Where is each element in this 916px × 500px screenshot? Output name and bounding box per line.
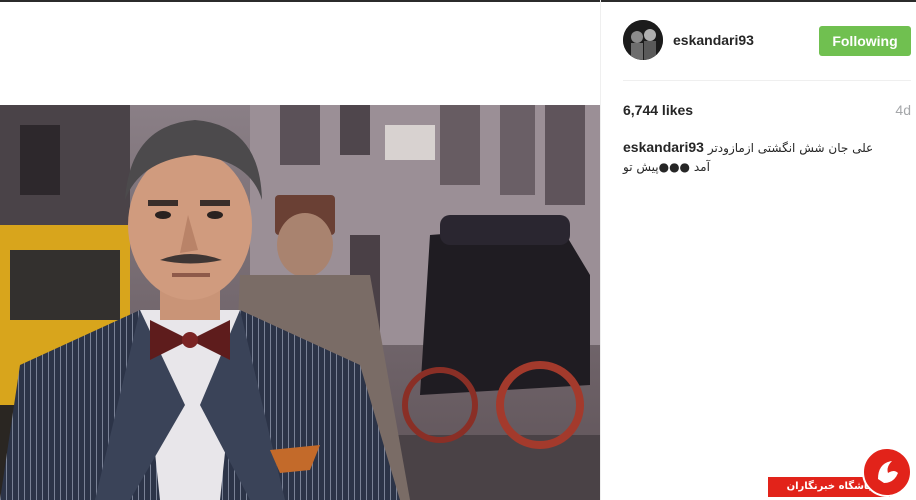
post-sidebar: eskandari93 Following 6,744 likes 4d esk… bbox=[600, 0, 916, 500]
post-photo[interactable] bbox=[0, 105, 600, 500]
caption-username-link[interactable]: eskandari93 bbox=[623, 139, 704, 155]
watermark: باشگاه خبرنگاران bbox=[768, 447, 916, 500]
likes-count[interactable]: 6,744 likes bbox=[623, 102, 693, 118]
yjc-logo-glyph bbox=[878, 461, 898, 483]
yjc-logo-icon bbox=[862, 447, 912, 497]
avatar-image bbox=[623, 20, 663, 60]
post-header: eskandari93 Following bbox=[623, 18, 913, 64]
post-age[interactable]: 4d bbox=[895, 102, 911, 118]
post-photo-illustration bbox=[0, 105, 600, 500]
username-link[interactable]: eskandari93 bbox=[673, 32, 754, 48]
header-divider bbox=[623, 80, 911, 81]
avatar[interactable] bbox=[623, 20, 663, 60]
following-button[interactable]: Following bbox=[819, 26, 911, 56]
post-caption: eskandari93 علی جان شش انگشتی ازمازودتر … bbox=[623, 138, 889, 176]
